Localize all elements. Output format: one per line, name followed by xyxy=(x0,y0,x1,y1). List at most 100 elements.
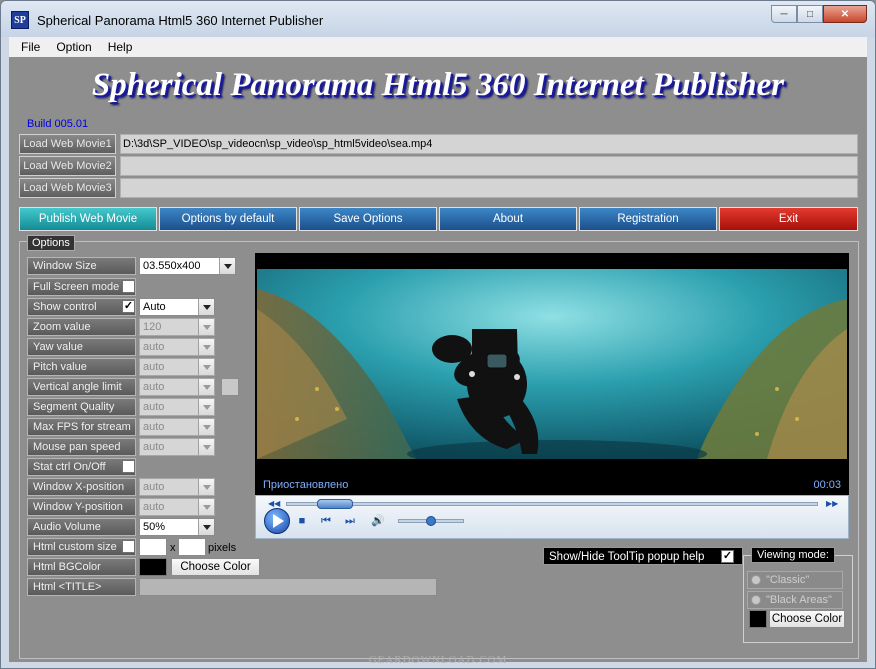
custom-height-input[interactable] xyxy=(178,538,206,556)
mouse-pan-select[interactable]: auto xyxy=(139,438,215,456)
close-icon[interactable]: ✕ xyxy=(823,5,867,23)
chevron-down-icon[interactable] xyxy=(198,339,214,355)
title-bar[interactable]: SP Spherical Panorama Html5 360 Internet… xyxy=(1,1,875,37)
maximize-icon[interactable]: □ xyxy=(797,5,823,23)
zoom-select[interactable]: 120 xyxy=(139,318,215,336)
segment-quality-select[interactable]: auto xyxy=(139,398,215,416)
video-scene xyxy=(257,269,847,459)
bgcolor-swatch xyxy=(139,558,167,576)
radio-black-areas[interactable] xyxy=(751,595,761,605)
volume-icon[interactable]: 🔊 xyxy=(370,515,386,527)
pixels-unit-text: pixels xyxy=(208,542,237,554)
radio-classic[interactable] xyxy=(751,575,761,585)
viewing-choose-color-button[interactable]: Choose Color xyxy=(769,610,845,628)
app-icon[interactable]: SP xyxy=(11,11,29,29)
tooltip-toggle-checkbox[interactable]: ✓ xyxy=(721,550,734,563)
window-size-select[interactable]: 03.550x400 xyxy=(139,257,236,275)
window-size-label: Window Size xyxy=(27,257,136,275)
load-web-movie3-button[interactable]: Load Web Movie3 xyxy=(19,178,116,198)
window-x-value: auto xyxy=(143,481,165,493)
full-screen-checkbox[interactable] xyxy=(122,280,135,293)
chevron-down-icon[interactable] xyxy=(198,319,214,335)
stat-ctrl-checkbox[interactable] xyxy=(122,460,135,473)
menu-option[interactable]: Option xyxy=(48,40,99,54)
chevron-down-icon[interactable] xyxy=(198,519,214,535)
movie3-path-field[interactable] xyxy=(120,178,858,198)
viewing-mode-classic[interactable]: "Classic" xyxy=(747,571,843,589)
load-row-2: Load Web Movie2 xyxy=(19,156,859,176)
custom-size-checkbox[interactable] xyxy=(122,540,135,553)
chevron-down-icon[interactable] xyxy=(198,359,214,375)
zoom-value: 120 xyxy=(143,321,162,333)
volume-thumb[interactable] xyxy=(426,516,436,526)
vertical-angle-select[interactable]: auto xyxy=(139,378,215,396)
show-control-select[interactable]: Auto xyxy=(139,298,215,316)
show-control-checkbox[interactable]: ✓ xyxy=(122,300,135,313)
mouse-pan-value: auto xyxy=(143,441,165,453)
seek-bar[interactable] xyxy=(286,499,818,509)
hero-title: Spherical Panorama Html5 360 Internet Pu… xyxy=(91,67,785,103)
menu-help[interactable]: Help xyxy=(100,40,141,54)
chevron-down-icon[interactable] xyxy=(198,439,214,455)
size-times-text: x xyxy=(170,542,176,554)
max-fps-select[interactable]: auto xyxy=(139,418,215,436)
chevron-down-icon[interactable] xyxy=(198,379,214,395)
options-by-default-button[interactable]: Options by default xyxy=(159,207,297,231)
bgcolor-choose-color-button[interactable]: Choose Color xyxy=(171,558,260,576)
options-legend: Options xyxy=(27,235,75,251)
pitch-value: auto xyxy=(143,361,165,373)
watermark: GEARDOWNLOAD.COM xyxy=(368,654,508,666)
menu-file[interactable]: File xyxy=(13,40,48,54)
pitch-select[interactable]: auto xyxy=(139,358,215,376)
chevron-down-icon[interactable] xyxy=(198,419,214,435)
segment-quality-value: auto xyxy=(143,401,165,413)
window-x-select[interactable]: auto xyxy=(139,478,215,496)
chevron-down-icon[interactable] xyxy=(219,258,235,274)
previous-icon[interactable]: ⏮ xyxy=(320,515,332,527)
window-y-value: auto xyxy=(143,501,165,513)
window-y-select[interactable]: auto xyxy=(139,498,215,516)
chevron-down-icon[interactable] xyxy=(198,479,214,495)
next-icon[interactable]: ⏭ xyxy=(344,515,356,527)
exit-button[interactable]: Exit xyxy=(719,207,858,231)
load-row-3: Load Web Movie3 xyxy=(19,178,859,198)
yaw-select[interactable]: auto xyxy=(139,338,215,356)
stat-ctrl-label: Stat ctrl On/Off xyxy=(27,458,136,476)
audio-volume-value: 50% xyxy=(143,521,166,533)
yaw-value: auto xyxy=(143,341,165,353)
chevron-down-icon[interactable] xyxy=(198,499,214,515)
html-title-label: Html <TITLE> xyxy=(27,578,136,596)
segment-quality-label: Segment Quality xyxy=(27,398,136,416)
video-frame[interactable] xyxy=(257,269,847,459)
minimize-icon[interactable]: ─ xyxy=(771,5,797,23)
seek-thumb[interactable] xyxy=(317,499,353,509)
movie2-path-field[interactable] xyxy=(120,156,858,176)
publish-web-movie-button[interactable]: Publish Web Movie xyxy=(19,207,157,231)
volume-slider[interactable] xyxy=(398,516,464,526)
viewing-color-swatch xyxy=(749,610,767,628)
player-controls: ◀◀ ▶▶ ■ ⏮ ⏭ 🔊 xyxy=(255,495,849,539)
black-areas-label: "Black Areas" xyxy=(766,594,832,606)
about-button[interactable]: About xyxy=(439,207,577,231)
play-button[interactable] xyxy=(264,508,290,534)
max-fps-label: Max FPS for stream xyxy=(27,418,136,436)
registration-button[interactable]: Registration xyxy=(579,207,717,231)
audio-volume-select[interactable]: 50% xyxy=(139,518,215,536)
window-size-value: 03.550x400 xyxy=(143,260,201,272)
stop-icon[interactable]: ■ xyxy=(296,515,308,527)
seek-back-icon[interactable]: ◀◀ xyxy=(268,499,280,508)
playback-status: Приостановлено xyxy=(263,479,349,491)
load-web-movie1-button[interactable]: Load Web Movie1 xyxy=(19,134,116,154)
show-control-value: Auto xyxy=(143,301,166,313)
chevron-down-icon[interactable] xyxy=(198,299,214,315)
menu-bar: File Option Help xyxy=(9,37,867,57)
save-options-button[interactable]: Save Options xyxy=(299,207,437,231)
html-title-input[interactable] xyxy=(139,578,437,596)
movie1-path-field[interactable]: D:\3d\SP_VIDEO\sp_videocn\sp_video\sp_ht… xyxy=(120,134,858,154)
chevron-down-icon[interactable] xyxy=(198,399,214,415)
custom-width-input[interactable] xyxy=(139,538,167,556)
vertical-angle-extra-box[interactable] xyxy=(221,378,239,396)
seek-forward-icon[interactable]: ▶▶ xyxy=(826,499,838,508)
load-web-movie2-button[interactable]: Load Web Movie2 xyxy=(19,156,116,176)
viewing-mode-black-areas[interactable]: "Black Areas" xyxy=(747,591,843,609)
